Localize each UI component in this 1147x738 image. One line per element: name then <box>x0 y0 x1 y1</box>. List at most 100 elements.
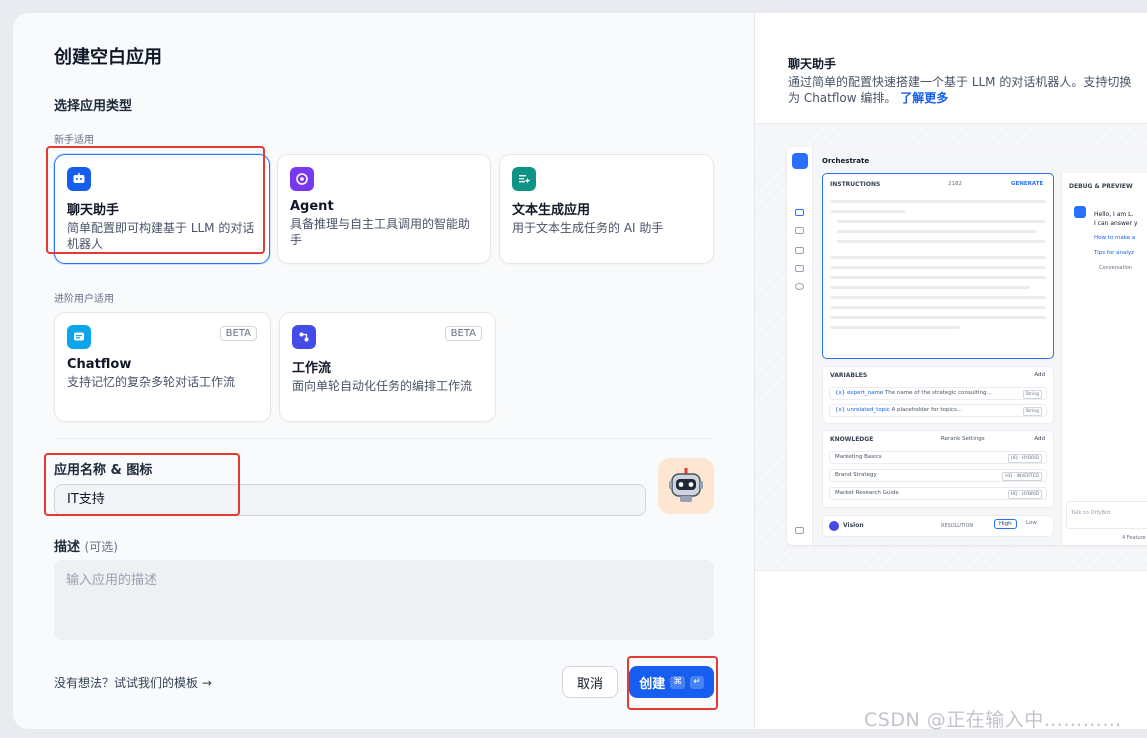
text-line <box>837 230 1037 233</box>
create-app-dialog: 创建空白应用 选择应用类型 新手适用 聊天助手 简单配置即可构建基于 LLM 的… <box>13 13 1147 729</box>
greeting-line-2: I can answer y <box>1094 220 1138 227</box>
chat-input: Talk to DifyBot <box>1066 501 1147 529</box>
knowledge-tag: HQ · INVERTED <box>1002 472 1042 481</box>
knowledge-tag: HQ · HYBRID <box>1007 490 1042 499</box>
preview-description-text: 通过简单的配置快速搭建一个基于 LLM 的对话机器人。支持切换为 Chatflo… <box>788 75 1132 105</box>
add-knowledge-button: Add <box>1034 436 1045 442</box>
app-type-name: 聊天助手 <box>67 203 120 218</box>
app-type-name: Agent <box>290 199 334 214</box>
resolution-low: Low <box>1026 520 1037 526</box>
app-desc-label-text: 描述 <box>54 540 81 555</box>
variable-row: {x} expert_name The name of the strategi… <box>829 387 1047 400</box>
app-type-preview-panel: 聊天助手 通过简单的配置快速搭建一个基于 LLM 的对话机器人。支持切换为 Ch… <box>754 13 1147 729</box>
knowledge-row: Marketing Basics HQ · HYBRID <box>829 451 1047 464</box>
text-generate-icon <box>512 167 536 191</box>
preview-screenshot: Orchestrate INSTRUCTIONS 2182 GENERATE V… <box>787 147 1147 545</box>
knowledge-name: Brand Strategy <box>835 472 877 478</box>
robot-avatar-icon <box>669 468 703 502</box>
preview-description: 通过简单的配置快速搭建一个基于 LLM 的对话机器人。支持切换为 Chatflo… <box>788 74 1133 106</box>
knowledge-name: Market Research Guide <box>835 490 899 496</box>
bot-greeting: Hello, I am L. I can answer y <box>1094 210 1138 228</box>
globe-icon <box>795 283 804 290</box>
app-name-label: 应用名称 & 图标 <box>54 463 153 478</box>
knowledge-name: Marketing Basics <box>835 454 882 460</box>
variable-row: {x} unrelated_topic A placeholder for to… <box>829 404 1047 417</box>
variable-name: {x} unrelated_topic <box>835 407 890 413</box>
text-line <box>830 266 1046 269</box>
text-line <box>830 326 960 329</box>
cancel-button[interactable]: 取消 <box>562 666 618 698</box>
suggestion-2: Tips for analyz <box>1094 250 1135 256</box>
create-button[interactable]: 创建 ⌘ ↵ <box>629 666 714 698</box>
preview-area: Orchestrate INSTRUCTIONS 2182 GENERATE V… <box>755 123 1147 571</box>
text-line <box>830 296 1046 299</box>
knowledge-card: KNOWLEDGE Rerank Settings Add Marketing … <box>822 430 1054 508</box>
app-type-desc: 简单配置即可构建基于 LLM 的对话机器人 <box>67 221 255 251</box>
resolution-label: RESOLUTION <box>941 523 974 529</box>
text-line <box>830 256 1046 259</box>
app-type-name: 文本生成应用 <box>512 203 591 218</box>
learn-more-link[interactable]: 了解更多 <box>900 91 948 105</box>
command-key-icon: ⌘ <box>670 675 686 689</box>
text-line <box>830 210 906 213</box>
bot-avatar-icon <box>1074 206 1086 218</box>
beta-badge: BETA <box>219 326 257 341</box>
app-type-desc: 支持记忆的复杂多轮对话工作流 <box>67 375 236 389</box>
app-type-card-chat[interactable]: 聊天助手 简单配置即可构建基于 LLM 的对话机器人 <box>54 154 270 264</box>
text-line <box>830 306 1046 309</box>
app-type-section-title: 选择应用类型 <box>54 99 133 114</box>
variable-type: String <box>1022 390 1042 399</box>
text-line <box>830 276 1046 279</box>
terminal-icon <box>795 227 804 234</box>
vision-label: Vision <box>843 522 864 529</box>
orchestrate-label: Orchestrate <box>822 157 870 165</box>
app-type-name: 工作流 <box>292 361 332 376</box>
app-type-card-chatflow[interactable]: BETA Chatflow 支持记忆的复杂多轮对话工作流 <box>54 312 271 422</box>
eye-icon <box>829 521 839 531</box>
knowledge-row: Brand Strategy HQ · INVERTED <box>829 469 1047 482</box>
resolution-high: High <box>994 519 1017 529</box>
variable-hint: The name of the strategic consulting... <box>884 390 992 396</box>
conversation-label: Conversation <box>1099 265 1133 271</box>
app-type-desc: 用于文本生成任务的 AI 助手 <box>512 221 664 235</box>
variable-hint: A placeholder for topics... <box>891 407 963 413</box>
beginner-group-label: 新手适用 <box>54 135 94 146</box>
text-line <box>837 220 1045 223</box>
app-type-card-completion[interactable]: 文本生成应用 用于文本生成任务的 AI 助手 <box>499 154 714 264</box>
bot-logo-icon <box>792 153 808 169</box>
file-icon <box>795 247 804 254</box>
app-type-card-workflow[interactable]: BETA 工作流 面向单轮自动化任务的编排工作流 <box>279 312 496 422</box>
knowledge-label: KNOWLEDGE <box>830 436 874 443</box>
app-type-desc: 具备推理与自主工具调用的智能助手 <box>290 217 471 247</box>
add-variable-button: Add <box>1034 372 1045 378</box>
variables-label: VARIABLES <box>830 372 868 379</box>
app-desc-textarea[interactable]: 输入应用的描述 <box>54 560 714 640</box>
beta-badge: BETA <box>444 326 482 341</box>
arrow-right-icon: → <box>201 676 212 690</box>
agent-icon <box>290 167 314 191</box>
debug-label: DEBUG & PREVIEW <box>1069 183 1133 190</box>
token-count: 2182 <box>948 181 962 187</box>
create-button-label: 创建 <box>639 676 666 692</box>
try-templates-link[interactable]: 没有想法？试试我们的模板 → <box>54 674 212 691</box>
greeting-line-1: Hello, I am L. <box>1094 211 1134 218</box>
csdn-watermark: CSDN @正在输入中………… <box>864 709 1122 731</box>
text-line <box>837 240 1045 243</box>
layout-icon <box>795 209 804 216</box>
suggestion-1: How to make a <box>1094 235 1136 241</box>
app-type-desc: 面向单轮自动化任务的编排工作流 <box>292 379 473 393</box>
workflow-icon <box>292 325 316 349</box>
app-type-card-agent[interactable]: Agent 具备推理与自主工具调用的智能助手 <box>277 154 491 264</box>
text-line <box>830 316 1046 319</box>
text-line <box>830 286 1030 289</box>
app-icon-picker[interactable] <box>658 458 714 514</box>
variables-card: VARIABLES Add {x} expert_name The name o… <box>822 366 1054 424</box>
vision-card: Vision RESOLUTION High Low <box>822 515 1054 537</box>
advanced-group-label: 进阶用户适用 <box>54 294 114 305</box>
app-name-input[interactable]: IT支持 <box>54 484 646 516</box>
knowledge-row: Market Research Guide HQ · HYBRID <box>829 487 1047 500</box>
debug-preview-panel: DEBUG & PREVIEW Hello, I am L. I can ans… <box>1061 173 1147 545</box>
generate-button: GENERATE <box>1011 181 1044 187</box>
text-line <box>830 200 1046 203</box>
variable-type: String <box>1022 407 1042 416</box>
